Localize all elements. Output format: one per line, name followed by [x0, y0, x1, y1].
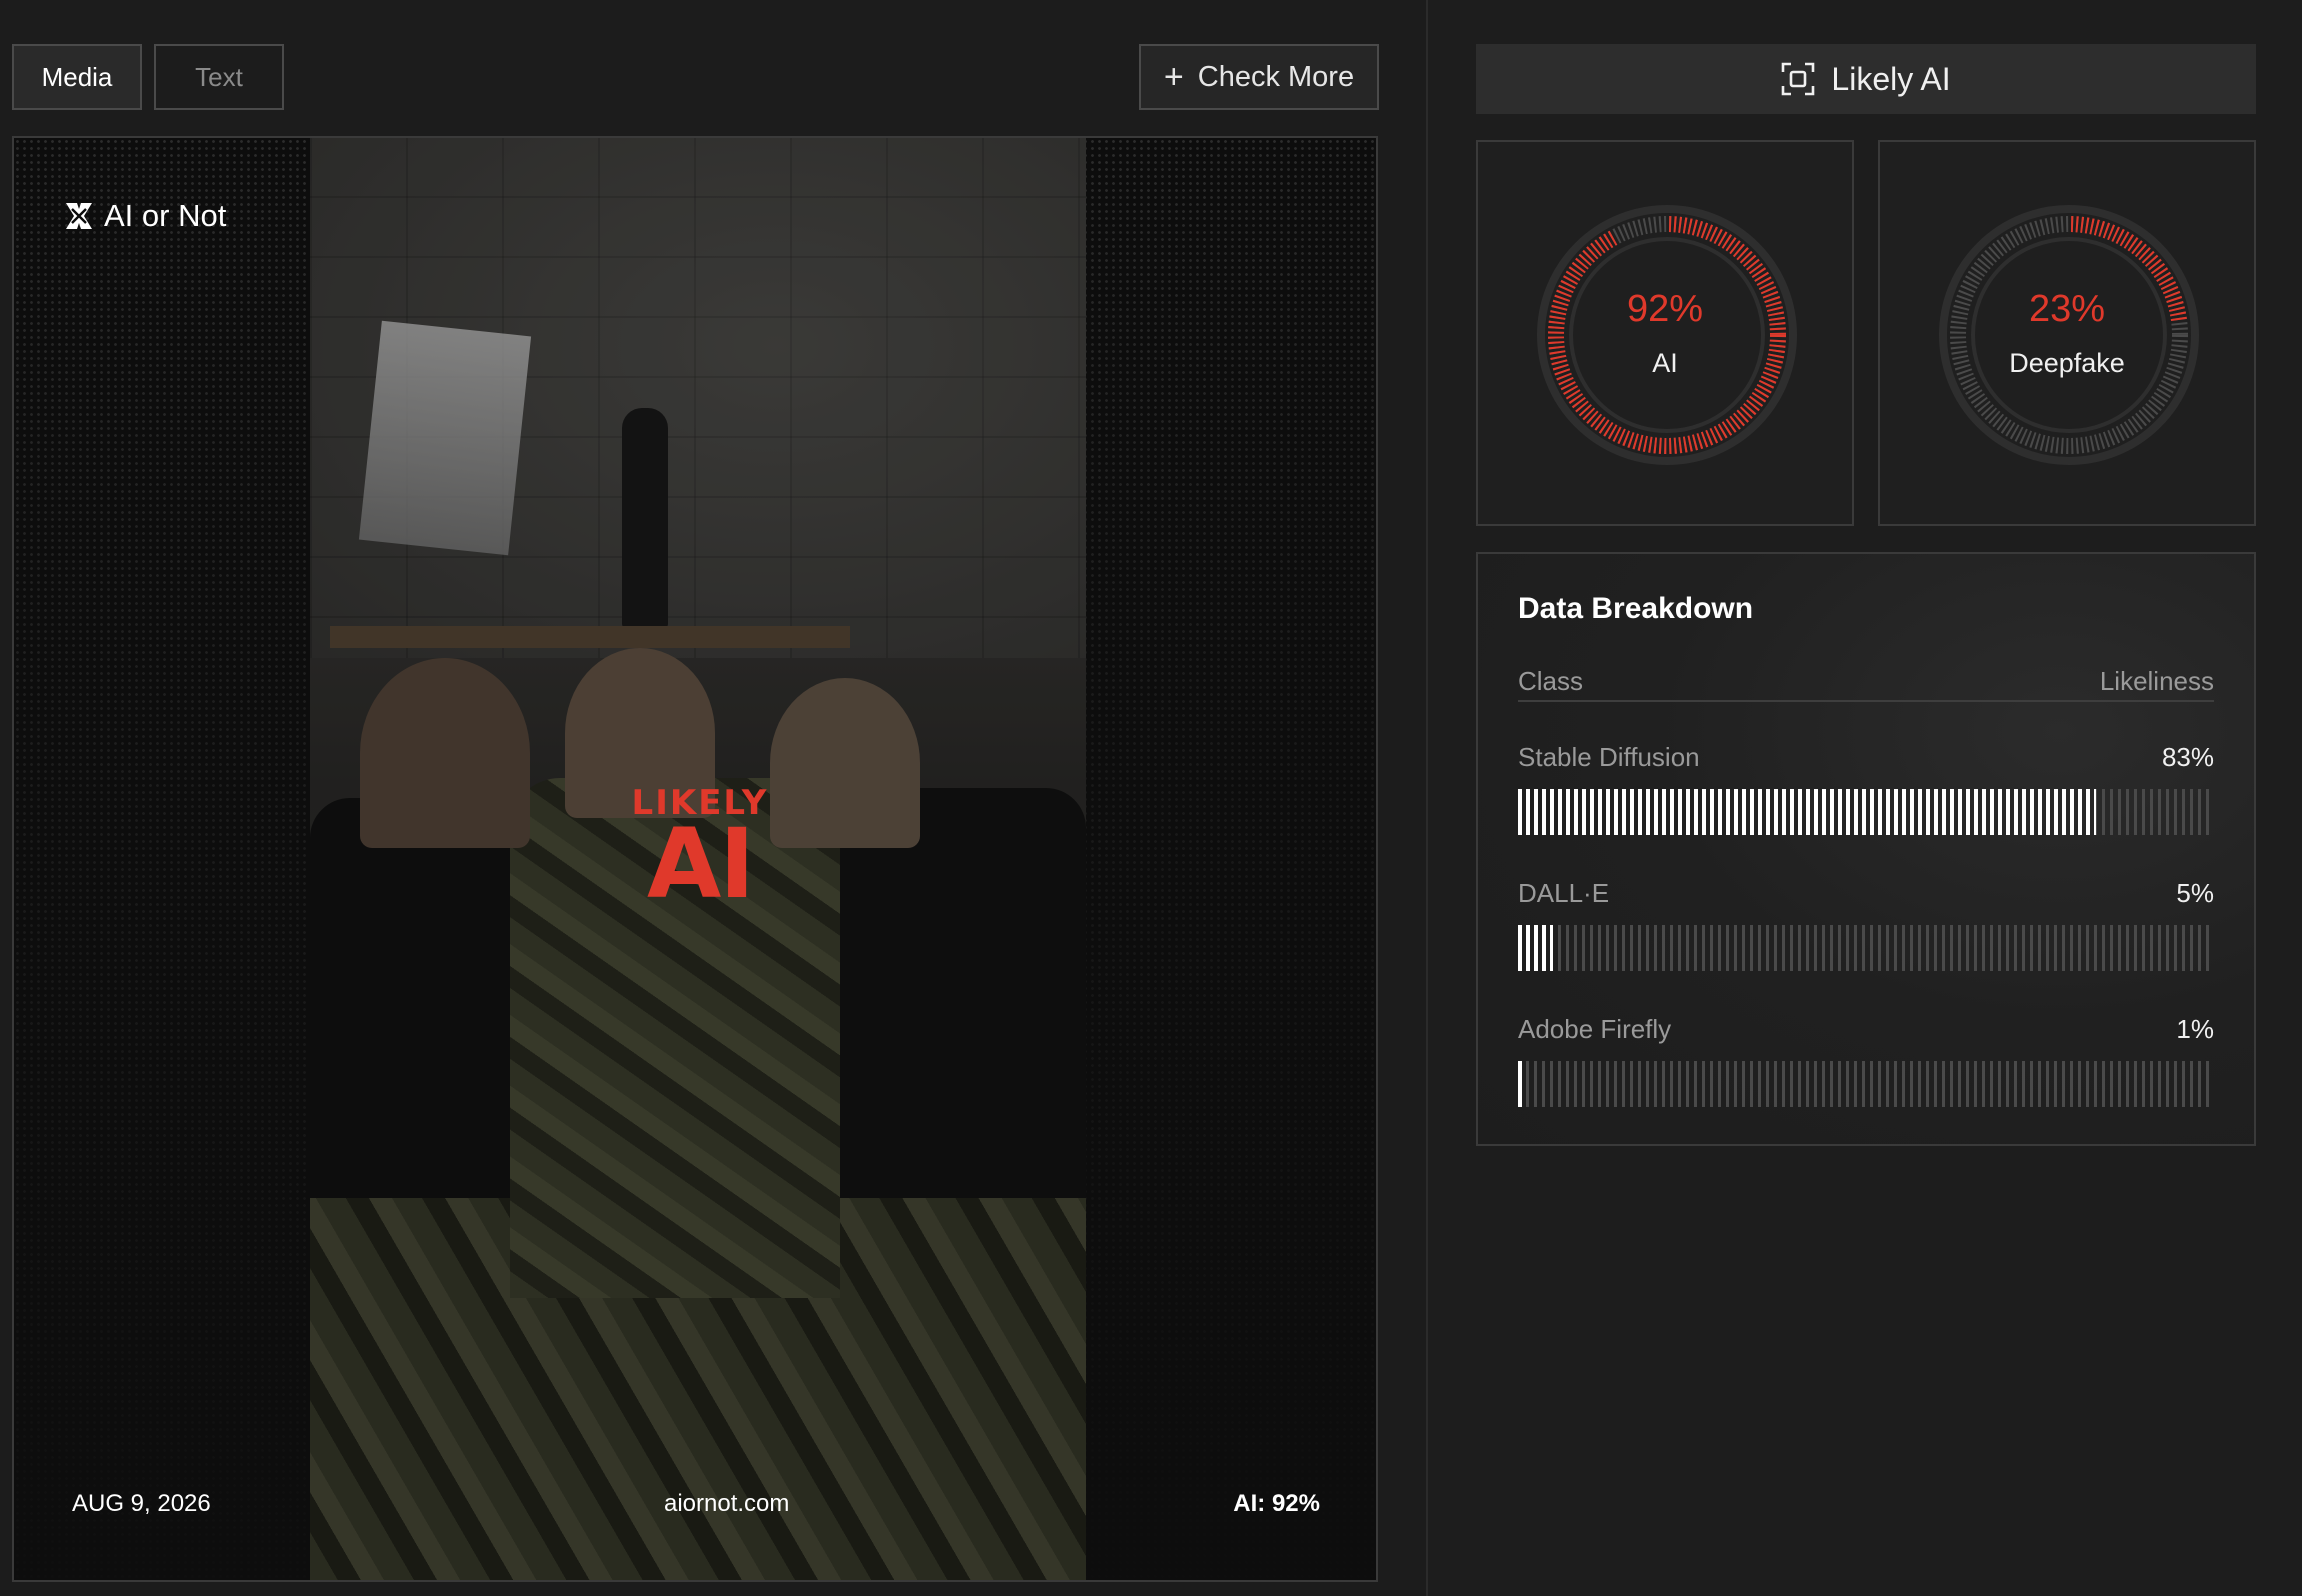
- breakdown-row: Stable Diffusion 83%: [1518, 742, 2214, 835]
- brand-name: AI or Not: [104, 198, 227, 233]
- deepfake-gauge-card: 23% Deepfake: [1878, 140, 2256, 526]
- stamp-main-text: AI: [646, 808, 755, 920]
- tab-media-label: Media: [41, 61, 113, 92]
- column-class: Class: [1518, 666, 1584, 696]
- breakdown-row: Adobe Firefly 1%: [1518, 1014, 2214, 1107]
- verdict-label: Likely AI: [1831, 60, 1951, 97]
- deepfake-gauge-value: 23%: [2028, 288, 2106, 330]
- ai-gauge-value: 92%: [1626, 288, 1704, 330]
- likeliness-bar-fill: [1518, 925, 1553, 971]
- ai-score-label: AI: 92%: [1233, 1490, 1320, 1517]
- ai-gauge-card: 92% AI: [1476, 140, 1854, 526]
- check-more-button[interactable]: + Check More: [1139, 44, 1379, 110]
- deepfake-gauge-label: Deepfake: [2009, 348, 2125, 378]
- brand-logo: AI or Not: [64, 198, 226, 234]
- deepfake-gauge-ring: [1939, 205, 2199, 465]
- tab-text[interactable]: Text: [154, 44, 284, 110]
- model-class: Stable Diffusion: [1518, 742, 1700, 772]
- model-likeliness: 5%: [2176, 878, 2214, 908]
- likeliness-bar-fill: [1518, 789, 2096, 835]
- results-pane: Likely AI 92% AI 23% Deepfake Data Break…: [1428, 0, 2302, 1596]
- model-likeliness: 83%: [2161, 742, 2214, 772]
- ai-gauge-label: AI: [1652, 348, 1678, 378]
- likeliness-bar: [1518, 1061, 2214, 1107]
- likeliness-bar: [1518, 925, 2214, 971]
- plus-icon: +: [1163, 58, 1184, 96]
- data-breakdown-panel: Data Breakdown Class Likeliness Stable D…: [1476, 552, 2256, 1146]
- breakdown-header: Class Likeliness: [1518, 666, 2214, 702]
- likely-ai-stamp: LIKELY AI: [610, 786, 790, 916]
- likeliness-bar-fill: [1518, 1061, 1525, 1107]
- site-watermark: aiornot.com: [664, 1490, 790, 1517]
- tab-text-label: Text: [195, 61, 243, 92]
- model-class: Adobe Firefly: [1518, 1014, 1672, 1044]
- image-preview: AI or Not LIKELY AI AUG 9, 2026 aiornot.…: [12, 136, 1378, 1582]
- likeliness-bar: [1518, 789, 2214, 835]
- breakdown-row: DALL·E 5%: [1518, 878, 2214, 971]
- scan-icon: [1781, 62, 1815, 96]
- dot-pattern-right: [1082, 138, 1376, 1580]
- ai-gauge-ring: [1537, 205, 1797, 465]
- breakdown-title: Data Breakdown: [1518, 592, 1754, 625]
- dot-pattern-left: [14, 138, 310, 1580]
- model-likeliness: 1%: [2176, 1014, 2214, 1044]
- capture-date: AUG 9, 2026: [72, 1490, 211, 1517]
- column-likeliness: Likeliness: [2099, 666, 2214, 696]
- verdict-banner: Likely AI: [1476, 44, 2256, 114]
- ai-or-not-logo-icon: [64, 201, 94, 231]
- check-more-label: Check More: [1197, 60, 1355, 93]
- model-class: DALL·E: [1518, 878, 1610, 908]
- media-pane: Media Text + Check More AI or Not LIKELY…: [0, 0, 1426, 1596]
- tab-media[interactable]: Media: [12, 44, 142, 110]
